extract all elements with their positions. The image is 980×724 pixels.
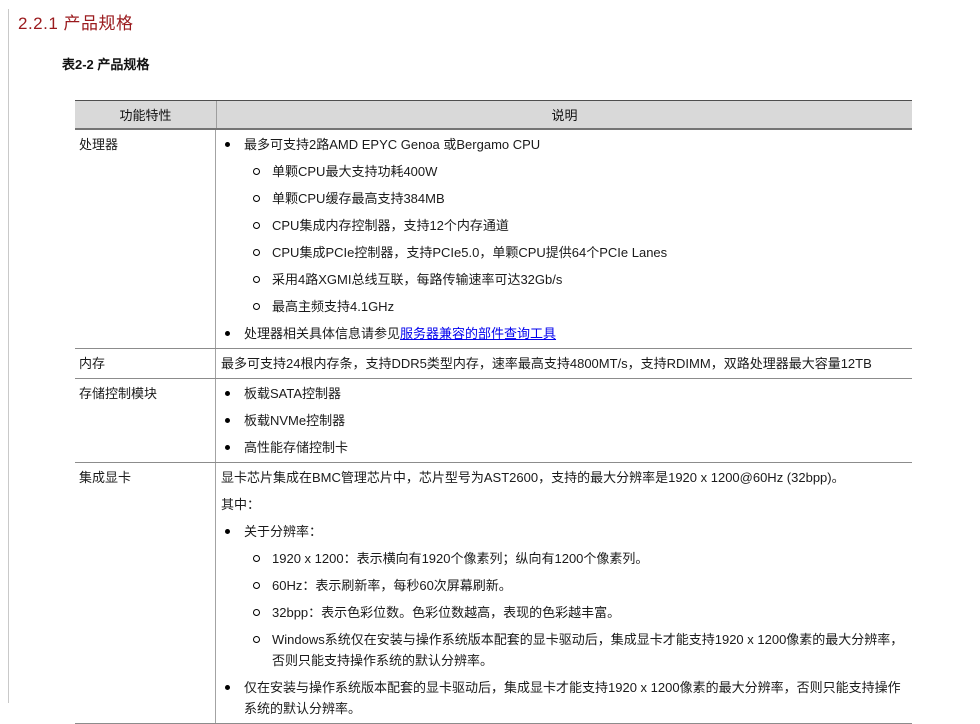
item-text: CPU集成PCIe控制器，支持PCIe5.0，单颗CPU提供64个PCIe La… bbox=[272, 245, 668, 260]
bullet-dot bbox=[225, 142, 230, 147]
table-row: 存储控制模块 板载SATA控制器 板载NVMe控制器 高性能存储控制卡 bbox=[75, 379, 912, 463]
list-item: 最多可支持2路AMD EPYC Genoa 或Bergamo CPU bbox=[216, 134, 910, 155]
level1-bullet-icon bbox=[225, 521, 244, 542]
table-caption: 表2-2 产品规格 bbox=[62, 57, 150, 72]
description-cell: 最多可支持24根内存条，支持DDR5类型内存，速率最高支持4800MT/s，支持… bbox=[216, 349, 912, 378]
product-spec-table: 功能特性 说明 处理器 最多可支持2路AMD EPYC Genoa 或Bergam… bbox=[75, 100, 912, 724]
bullet-circle bbox=[253, 249, 260, 256]
list-item: CPU集成内存控制器，支持12个内存通道 bbox=[216, 215, 910, 236]
level2-bullet-icon bbox=[253, 188, 272, 209]
item-text: 60Hz：表示刷新率，每秒60次屏幕刷新。 bbox=[272, 578, 512, 593]
level1-bullet-icon bbox=[225, 323, 244, 344]
item-text: 显卡芯片集成在BMC管理芯片中，芯片型号为AST2600，支持的最大分辨率是19… bbox=[221, 470, 845, 485]
section-heading: 2.2.1 产品规格 bbox=[18, 14, 134, 33]
level2-bullet-icon bbox=[253, 575, 272, 596]
bullet-circle bbox=[253, 168, 260, 175]
list-item: 高性能存储控制卡 bbox=[216, 437, 910, 458]
item-text: 处理器相关具体信息请参见服务器兼容的部件查询工具 bbox=[244, 326, 557, 341]
item-text: Windows系统仅在安装与操作系统版本配套的显卡驱动后，集成显卡才能支持192… bbox=[272, 632, 904, 668]
level1-bullet-icon bbox=[225, 410, 244, 431]
item-text: 1920 x 1200：表示横向有1920个像素列；纵向有1200个像素列。 bbox=[272, 551, 649, 566]
bullet-circle bbox=[253, 609, 260, 616]
list-item: 最高主频支持4.1GHz bbox=[216, 296, 910, 317]
item-text: 32bpp：表示色彩位数。色彩位数越高，表现的色彩越丰富。 bbox=[272, 605, 621, 620]
bullet-dot bbox=[225, 685, 230, 690]
list-item: 处理器相关具体信息请参见服务器兼容的部件查询工具 bbox=[216, 323, 910, 344]
bullet-circle bbox=[253, 303, 260, 310]
level1-bullet-icon bbox=[225, 677, 244, 698]
bullet-dot bbox=[225, 391, 230, 396]
bullet-circle bbox=[253, 555, 260, 562]
page-left-border bbox=[8, 9, 9, 703]
bullet-dot bbox=[225, 331, 230, 336]
bullet-circle bbox=[253, 222, 260, 229]
table-body: 处理器 最多可支持2路AMD EPYC Genoa 或Bergamo CPU 单颗C… bbox=[75, 130, 912, 724]
bullet-circle bbox=[253, 195, 260, 202]
level2-bullet-icon bbox=[253, 269, 272, 290]
list-item: 32bpp：表示色彩位数。色彩位数越高，表现的色彩越丰富。 bbox=[216, 602, 910, 623]
parts-query-link[interactable]: 服务器兼容的部件查询工具 bbox=[400, 326, 556, 341]
bullet-circle bbox=[253, 636, 260, 643]
list-item: 板载NVMe控制器 bbox=[216, 410, 910, 431]
list-item: 板载SATA控制器 bbox=[216, 383, 910, 404]
list-item: Windows系统仅在安装与操作系统版本配套的显卡驱动后，集成显卡才能支持192… bbox=[216, 629, 910, 671]
feature-cell: 集成显卡 bbox=[75, 463, 216, 723]
item-text: CPU集成内存控制器，支持12个内存通道 bbox=[272, 218, 509, 233]
item-text: 板载SATA控制器 bbox=[244, 386, 342, 401]
bullet-circle bbox=[253, 276, 260, 283]
item-text: 单颗CPU最大支持功耗400W bbox=[272, 164, 438, 179]
list-item: 单颗CPU最大支持功耗400W bbox=[216, 161, 910, 182]
level2-bullet-icon bbox=[253, 215, 272, 236]
item-text: 采用4路XGMI总线互联，每路传输速率可达32Gb/s bbox=[272, 272, 563, 287]
list-item: 采用4路XGMI总线互联，每路传输速率可达32Gb/s bbox=[216, 269, 910, 290]
item-text: 板载NVMe控制器 bbox=[244, 413, 346, 428]
list-item: 其中： bbox=[216, 494, 910, 515]
item-text: 关于分辨率： bbox=[244, 524, 323, 539]
level1-bullet-icon bbox=[225, 383, 244, 404]
item-text: 其中： bbox=[221, 497, 261, 512]
bullet-circle bbox=[253, 582, 260, 589]
level1-bullet-icon bbox=[225, 437, 244, 458]
bullet-dot bbox=[225, 529, 230, 534]
list-item: 1920 x 1200：表示横向有1920个像素列；纵向有1200个像素列。 bbox=[216, 548, 910, 569]
table-header-row: 功能特性 说明 bbox=[75, 100, 912, 130]
bullet-dot bbox=[225, 445, 230, 450]
list-item: 关于分辨率： bbox=[216, 521, 910, 542]
list-item: 单颗CPU缓存最高支持384MB bbox=[216, 188, 910, 209]
list-item: CPU集成PCIe控制器，支持PCIe5.0，单颗CPU提供64个PCIe La… bbox=[216, 242, 910, 263]
item-text: 仅在安装与操作系统版本配套的显卡驱动后，集成显卡才能支持1920 x 1200像… bbox=[244, 680, 901, 716]
item-text: 最多可支持2路AMD EPYC Genoa 或Bergamo CPU bbox=[244, 137, 541, 152]
level2-bullet-icon bbox=[253, 602, 272, 623]
table-row: 处理器 最多可支持2路AMD EPYC Genoa 或Bergamo CPU 单颗C… bbox=[75, 130, 912, 349]
list-item: 仅在安装与操作系统版本配套的显卡驱动后，集成显卡才能支持1920 x 1200像… bbox=[216, 677, 910, 719]
list-item: 最多可支持24根内存条，支持DDR5类型内存，速率最高支持4800MT/s，支持… bbox=[216, 353, 910, 374]
level2-bullet-icon bbox=[253, 296, 272, 317]
feature-cell: 处理器 bbox=[75, 130, 216, 348]
level1-bullet-icon bbox=[225, 134, 244, 155]
table-row: 集成显卡 显卡芯片集成在BMC管理芯片中，芯片型号为AST2600，支持的最大分辨… bbox=[75, 463, 912, 724]
level2-bullet-icon bbox=[253, 242, 272, 263]
item-text: 高性能存储控制卡 bbox=[244, 440, 349, 455]
table-row: 内存 最多可支持24根内存条，支持DDR5类型内存，速率最高支持4800MT/s，… bbox=[75, 349, 912, 379]
bullet-dot bbox=[225, 418, 230, 423]
item-text: 最高主频支持4.1GHz bbox=[272, 299, 395, 314]
level2-bullet-icon bbox=[253, 548, 272, 569]
item-text: 单颗CPU缓存最高支持384MB bbox=[272, 191, 445, 206]
level2-bullet-icon bbox=[253, 629, 272, 650]
header-cell-description: 说明 bbox=[551, 108, 578, 123]
description-cell: 板载SATA控制器 板载NVMe控制器 高性能存储控制卡 bbox=[216, 379, 912, 462]
level2-bullet-icon bbox=[253, 161, 272, 182]
feature-cell: 存储控制模块 bbox=[75, 379, 216, 462]
list-item: 60Hz：表示刷新率，每秒60次屏幕刷新。 bbox=[216, 575, 910, 596]
feature-cell: 内存 bbox=[75, 349, 216, 378]
list-item: 显卡芯片集成在BMC管理芯片中，芯片型号为AST2600，支持的最大分辨率是19… bbox=[216, 467, 910, 488]
item-text: 最多可支持24根内存条，支持DDR5类型内存，速率最高支持4800MT/s，支持… bbox=[221, 356, 872, 371]
description-cell: 最多可支持2路AMD EPYC Genoa 或Bergamo CPU 单颗CPU最… bbox=[216, 130, 912, 348]
description-cell: 显卡芯片集成在BMC管理芯片中，芯片型号为AST2600，支持的最大分辨率是19… bbox=[216, 463, 912, 723]
header-cell-feature: 功能特性 bbox=[75, 101, 217, 128]
